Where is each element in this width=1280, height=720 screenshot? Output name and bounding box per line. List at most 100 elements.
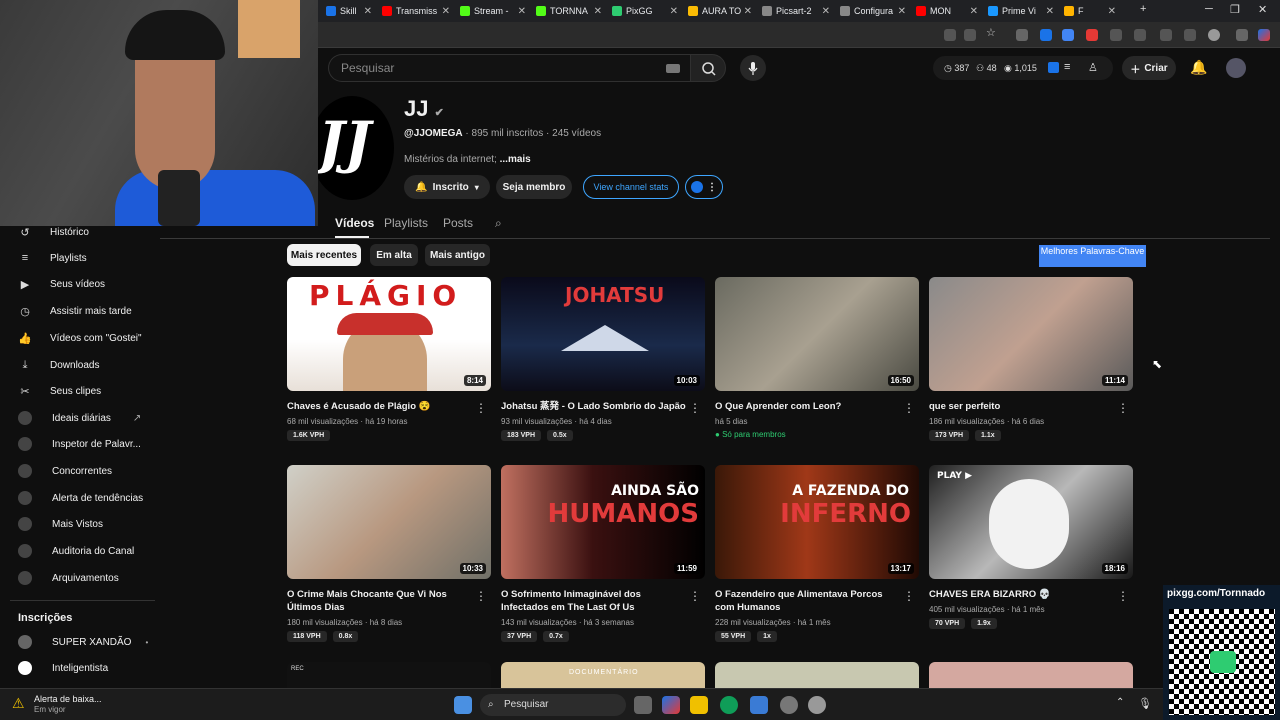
minimize-button[interactable]: ─ (1205, 3, 1213, 15)
account-avatar[interactable] (1226, 58, 1246, 78)
trophy-icon[interactable]: ♙ (1088, 61, 1098, 74)
task-view-icon[interactable] (634, 696, 652, 714)
kebab-icon[interactable]: ⋮ (689, 589, 701, 603)
video-thumbnail[interactable]: PLÁGIO 8:14 (287, 277, 491, 391)
browser-tab[interactable]: MON ✕ (912, 2, 982, 20)
kebab-icon[interactable]: ⋮ (1117, 589, 1129, 603)
chip-mais-antigo[interactable]: Mais antigo (425, 244, 490, 266)
favorites-icon[interactable] (1134, 29, 1146, 41)
translate-icon[interactable] (944, 29, 956, 41)
sidebar-item-auditoria-do-canal[interactable]: Auditoria do Canal (18, 541, 134, 561)
extension-icon[interactable] (1040, 29, 1052, 41)
video-title[interactable]: O Fazendeiro que Alimentava Porcos com H… (715, 588, 919, 614)
close-tab-icon[interactable]: ✕ (970, 6, 978, 17)
search-input[interactable]: Pesquisar (328, 54, 690, 82)
channel-avatar[interactable]: JJ (310, 96, 394, 200)
close-window-button[interactable]: ✕ (1258, 3, 1267, 16)
video-thumbnail[interactable]: PLAY ▶ 18:16 (929, 465, 1133, 579)
extension-icon[interactable] (1062, 29, 1074, 41)
tab-posts[interactable]: Posts (443, 216, 473, 230)
video-card[interactable]: 16:50 ⋮ O Que Aprender com Leon? há 5 dias ●… (715, 277, 919, 439)
video-card[interactable]: 10:33 ⋮ O Crime Mais Chocante Que Vi Nos Ú… (287, 465, 491, 642)
close-tab-icon[interactable]: ✕ (822, 6, 830, 17)
browser-tab[interactable]: Picsart-2 ✕ (758, 2, 834, 20)
close-tab-icon[interactable]: ✕ (518, 6, 526, 17)
video-title[interactable]: O Sofrimento Inimaginável dos Infectados… (501, 588, 705, 614)
close-tab-icon[interactable]: ✕ (442, 6, 450, 17)
sidebar-item-ideais-di-rias[interactable]: Ideais diárias ↗ (18, 408, 141, 428)
keywords-button[interactable]: Melhores Palavras-Chave (1039, 245, 1146, 267)
video-title[interactable]: O Que Aprender com Leon? (715, 400, 919, 413)
join-button[interactable]: Seja membro (496, 175, 572, 199)
menu-icon[interactable]: ≡ (1064, 61, 1070, 73)
sidebar-item-concorrentes[interactable]: Concorrentes (18, 461, 112, 481)
video-thumbnail[interactable]: REC (287, 662, 491, 688)
tab-playlists[interactable]: Playlists (384, 216, 428, 230)
file-explorer-icon[interactable] (690, 696, 708, 714)
video-thumbnail[interactable]: A FAZENDA DO INFERNO 13:17 (715, 465, 919, 579)
app-icon[interactable] (780, 696, 798, 714)
create-button[interactable]: ＋ Criar (1122, 56, 1176, 80)
sidebar-item-arquivamentos[interactable]: Arquivamentos (18, 568, 119, 588)
browser-tab[interactable]: F ✕ (1060, 2, 1120, 20)
profile-icon[interactable] (1208, 29, 1220, 41)
windows-start-icon[interactable] (454, 696, 472, 714)
subscription-super-xandao[interactable]: SUPER XANDÃO • (18, 632, 148, 652)
sidebar-item-v-deos-com-gostei[interactable]: 👍 Vídeos com "Gostei" (18, 328, 141, 348)
video-thumbnail[interactable]: 16:50 (715, 277, 919, 391)
video-title[interactable]: CHAVES ERA BIZARRO 💀 (929, 588, 1133, 601)
kebab-icon[interactable]: ⋮ (1117, 401, 1129, 415)
video-title[interactable]: Johatsu 蒸発 - O Lado Sombrio do Japão (501, 400, 705, 413)
close-tab-icon[interactable]: ✕ (364, 6, 372, 17)
browser-tab[interactable]: Skill ✕ (322, 2, 376, 20)
video-thumbnail[interactable]: 10:33 (287, 465, 491, 579)
download-icon[interactable] (1184, 29, 1196, 41)
apps-icon[interactable] (964, 29, 976, 41)
close-tab-icon[interactable]: ✕ (744, 6, 752, 17)
vidiq-icon[interactable] (1048, 62, 1059, 73)
weather-alert-title[interactable]: Alerta de baixa... (34, 694, 102, 704)
video-card[interactable]: A FAZENDA DO INFERNO 13:17 ⋮ O Fazendeiro qu… (715, 465, 919, 642)
sidebar-item-alerta-de-tend-ncias[interactable]: Alerta de tendências (18, 488, 143, 508)
subscription-inteligentista[interactable]: Inteligentista (18, 658, 108, 678)
sidebar-item-downloads[interactable]: ⤓ Downloads (18, 355, 100, 375)
restore-button[interactable]: ❐ (1230, 3, 1240, 16)
video-thumbnail[interactable]: 11:14 (929, 277, 1133, 391)
video-thumbnail[interactable] (715, 662, 919, 688)
menu-icon[interactable] (1236, 29, 1248, 41)
video-thumbnail[interactable] (929, 662, 1133, 688)
chip-em-alta[interactable]: Em alta (370, 244, 418, 266)
extension-icon[interactable] (1016, 29, 1028, 41)
video-title[interactable]: Chaves é Acusado de Plágio 😵 (287, 400, 491, 413)
chip-mais-recentes[interactable]: Mais recentes (287, 244, 361, 266)
voice-search-button[interactable] (740, 55, 766, 81)
video-title[interactable]: que ser perfeito (929, 400, 1133, 413)
kebab-icon[interactable]: ⋮ (475, 589, 487, 603)
video-card[interactable]: PLÁGIO 8:14 ⋮ Chaves é Acusado de Plágio 😵 6… (287, 277, 491, 441)
browser-tab[interactable]: Configura ✕ (836, 2, 910, 20)
sidebar-item-inspetor-de-palavr[interactable]: Inspetor de Palavr... (18, 434, 141, 454)
video-card[interactable]: AINDA SÃO HUMANOS 11:59 ⋮ O Sofrimento Inima… (501, 465, 705, 642)
video-thumbnail[interactable]: AINDA SÃO HUMANOS 11:59 (501, 465, 705, 579)
search-button[interactable] (690, 54, 726, 82)
taskbar-search[interactable]: ⌕ Pesquisar (480, 694, 626, 716)
kebab-icon[interactable]: ⋮ (475, 401, 487, 415)
video-title[interactable]: O Crime Mais Chocante Que Vi Nos Últimos… (287, 588, 491, 614)
collections-icon[interactable] (1160, 29, 1172, 41)
browser-tab[interactable]: TORNNA ✕ (532, 2, 606, 20)
copilot-icon[interactable] (662, 696, 680, 714)
kebab-icon[interactable]: ⋮ (903, 401, 915, 415)
kebab-icon[interactable]: ⋮ (903, 589, 915, 603)
close-tab-icon[interactable]: ✕ (1046, 6, 1054, 17)
browser-tab[interactable]: AURA TO ✕ (684, 2, 756, 20)
video-card[interactable]: PLAY ▶ 18:16 ⋮ CHAVES ERA BIZARRO 💀 405 mil … (929, 465, 1133, 629)
close-tab-icon[interactable]: ✕ (898, 6, 906, 17)
browser-tab[interactable]: Stream - ✕ (456, 2, 530, 20)
edge-icon[interactable] (720, 696, 738, 714)
video-thumbnail[interactable]: JOHATSU 10:03 (501, 277, 705, 391)
video-card[interactable]: 11:14 ⋮ que ser perfeito 186 mil visualizaç… (929, 277, 1133, 441)
close-tab-icon[interactable]: ✕ (1108, 6, 1116, 17)
bell-icon[interactable]: 🔔 (1190, 59, 1207, 76)
sidebar-item-playlists[interactable]: ≡ Playlists (18, 248, 87, 268)
app-icon[interactable] (750, 696, 768, 714)
